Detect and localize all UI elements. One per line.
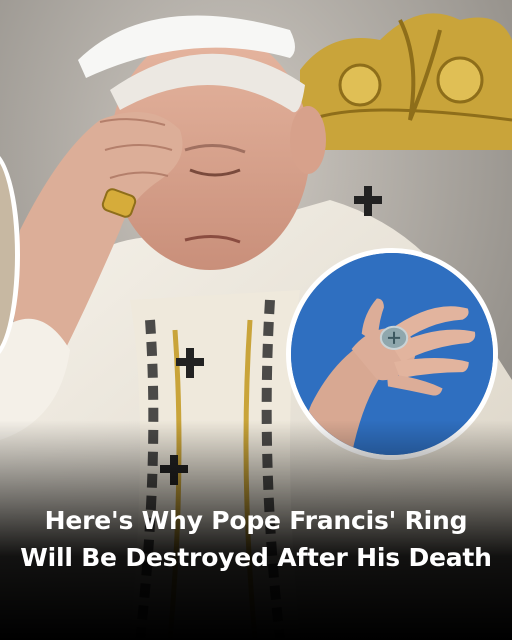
post-image: Here's Why Pope Francis' Ring Will Be De… xyxy=(0,0,512,640)
headline: Here's Why Pope Francis' Ring Will Be De… xyxy=(10,502,502,576)
headline-line-1: Here's Why Pope Francis' Ring xyxy=(44,506,468,535)
headline-line-2: Will Be Destroyed After His Death xyxy=(20,543,492,572)
